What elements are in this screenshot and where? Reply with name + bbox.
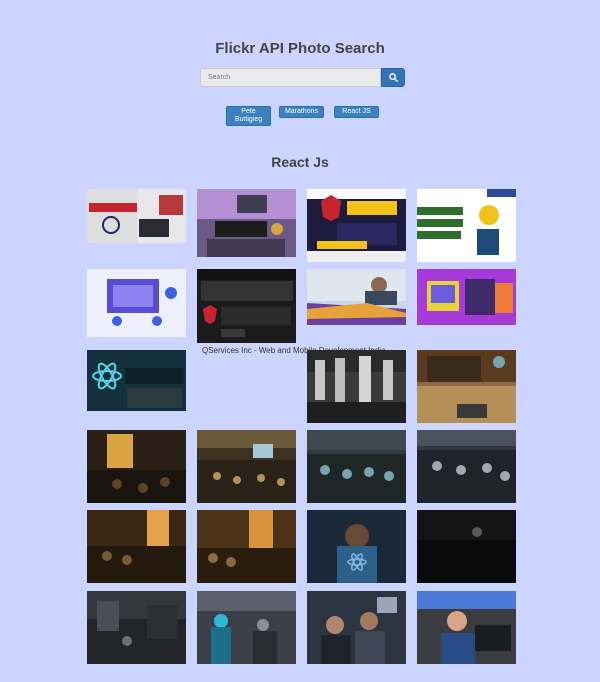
photo-thumbnail[interactable]	[87, 591, 186, 664]
broken-image: QServices Inc - Web and Mobile Developme…	[195, 346, 386, 370]
chip-pete-buttigieg[interactable]: Pete Buttigieg	[226, 106, 271, 126]
photo-thumbnail[interactable]	[307, 510, 406, 583]
photo-thumbnail[interactable]	[197, 269, 296, 343]
photo-thumbnail[interactable]	[87, 269, 186, 337]
photo-thumbnail[interactable]	[417, 591, 516, 664]
photo-thumbnail[interactable]	[417, 430, 516, 503]
photo-thumbnail[interactable]	[417, 350, 516, 423]
chip-marathons[interactable]: Marathons	[279, 106, 324, 118]
tag-chips: Pete Buttigieg Marathons React JS	[226, 106, 379, 126]
results-heading: React Js	[271, 154, 329, 170]
photo-thumbnail[interactable]	[417, 189, 516, 262]
photo-thumbnail[interactable]	[197, 189, 296, 257]
photo-thumbnail[interactable]	[307, 350, 406, 423]
search-button[interactable]	[381, 68, 405, 87]
photo-thumbnail[interactable]	[87, 189, 186, 243]
photo-thumbnail[interactable]	[87, 350, 186, 411]
search-bar	[200, 68, 405, 87]
photo-thumbnail[interactable]	[307, 430, 406, 503]
photo-thumbnail[interactable]	[87, 430, 186, 503]
page-title: Flickr API Photo Search	[215, 40, 385, 57]
photo-thumbnail[interactable]	[197, 430, 296, 503]
photo-thumbnail[interactable]	[197, 510, 296, 583]
photo-thumbnail[interactable]	[307, 591, 406, 664]
photo-thumbnail[interactable]	[197, 591, 296, 664]
photo-thumbnail[interactable]	[417, 269, 516, 325]
photo-thumbnail[interactable]	[87, 510, 186, 583]
photo-thumbnail[interactable]	[307, 189, 406, 262]
photo-thumbnail[interactable]	[307, 269, 406, 325]
search-input[interactable]	[200, 68, 381, 87]
photo-thumbnail[interactable]	[417, 510, 516, 583]
search-icon	[388, 69, 398, 87]
chip-react-js[interactable]: React JS	[334, 106, 379, 118]
